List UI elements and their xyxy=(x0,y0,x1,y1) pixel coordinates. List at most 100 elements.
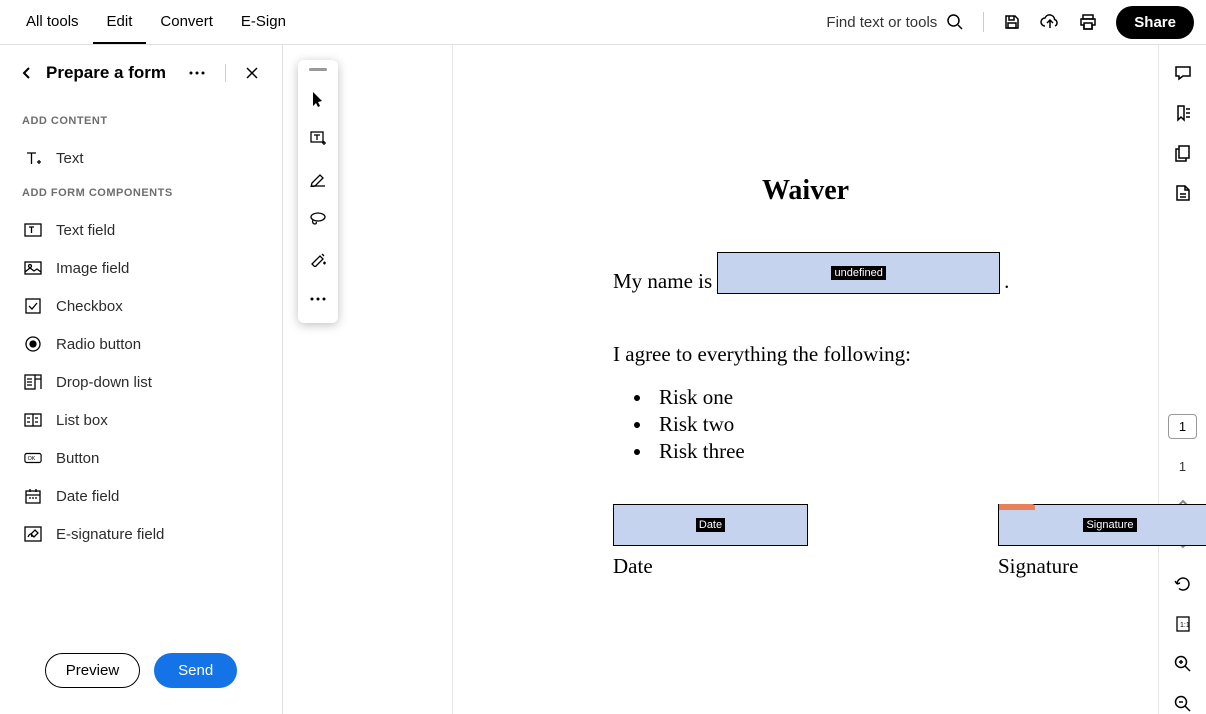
signature-field-label: Signature xyxy=(1083,518,1136,532)
search-area[interactable]: Find text or tools xyxy=(826,12,965,32)
tool-date-field[interactable]: Date field xyxy=(20,477,262,515)
tool-esignature-field[interactable]: E-signature field xyxy=(20,515,262,553)
signature-caption: Signature xyxy=(998,554,1206,579)
tool-text-field[interactable]: Text field xyxy=(20,211,262,249)
tool-radio-button[interactable]: Radio button xyxy=(20,325,262,363)
tool-image-field[interactable]: Image field xyxy=(20,249,262,287)
send-button[interactable]: Send xyxy=(154,653,237,688)
list-item: Risk two xyxy=(653,412,1158,437)
text-add-icon xyxy=(24,149,42,167)
right-sidebar: 1 1 1:1 xyxy=(1158,45,1206,714)
search-icon xyxy=(945,12,965,32)
tool-dropdown[interactable]: Drop-down list xyxy=(20,363,262,401)
tool-label: Radio button xyxy=(56,336,141,353)
zoom-in-icon[interactable] xyxy=(1173,654,1193,674)
tool-list-box[interactable]: List box xyxy=(20,401,262,439)
left-panel: Prepare a form ADD CONTENT Text ADD FORM… xyxy=(0,45,283,714)
tool-checkbox[interactable]: Checkbox xyxy=(20,287,262,325)
preview-button[interactable]: Preview xyxy=(45,653,140,688)
divider xyxy=(983,12,984,32)
date-field-icon xyxy=(24,487,42,505)
svg-text:1:1: 1:1 xyxy=(1180,622,1190,629)
section-add-content: ADD CONTENT xyxy=(22,115,262,127)
tool-label: Text xyxy=(56,150,84,167)
search-label: Find text or tools xyxy=(826,14,937,31)
name-suffix: . xyxy=(1004,269,1009,294)
cloud-upload-icon[interactable] xyxy=(1040,12,1060,32)
document-page[interactable]: Waiver My name is undefined . I agree to… xyxy=(453,45,1158,714)
total-pages: 1 xyxy=(1179,459,1186,474)
risk-list: Risk one Risk two Risk three xyxy=(653,385,1158,464)
tool-label: Date field xyxy=(56,488,119,505)
tab-edit[interactable]: Edit xyxy=(93,1,147,44)
file-icon[interactable] xyxy=(1173,183,1193,203)
tab-all-tools[interactable]: All tools xyxy=(12,1,93,44)
panel-title: Prepare a form xyxy=(46,63,173,83)
current-page-input[interactable]: 1 xyxy=(1168,414,1197,439)
print-icon[interactable] xyxy=(1078,12,1098,32)
signature-icon xyxy=(24,525,42,543)
tool-label: List box xyxy=(56,412,108,429)
tool-button[interactable]: OK Button xyxy=(20,439,262,477)
image-field-icon xyxy=(24,259,42,277)
checkbox-icon xyxy=(24,297,42,315)
document-area: Waiver My name is undefined . I agree to… xyxy=(283,45,1158,714)
date-field-label: Date xyxy=(696,518,725,532)
select-tool-icon[interactable] xyxy=(298,79,338,119)
bookmark-icon[interactable] xyxy=(1173,103,1193,123)
date-field[interactable]: Date xyxy=(613,504,808,546)
section-form-components: ADD FORM COMPONENTS xyxy=(22,187,262,199)
save-icon[interactable] xyxy=(1002,12,1022,32)
share-button[interactable]: Share xyxy=(1116,6,1194,39)
floating-toolbar[interactable] xyxy=(298,60,338,323)
name-line: My name is undefined . xyxy=(613,252,1158,294)
date-block: Date Date xyxy=(613,504,808,579)
tab-esign[interactable]: E-Sign xyxy=(227,1,300,44)
more-icon[interactable] xyxy=(185,67,209,79)
back-icon[interactable] xyxy=(20,66,34,80)
tab-convert[interactable]: Convert xyxy=(146,1,227,44)
highlight-tool-icon[interactable] xyxy=(298,159,338,199)
tool-text[interactable]: Text xyxy=(20,139,262,177)
list-box-icon xyxy=(24,411,42,429)
radio-icon xyxy=(24,335,42,353)
signature-row: Date Date Signature Signature xyxy=(613,504,1158,579)
top-tabs: All tools Edit Convert E-Sign xyxy=(12,1,300,44)
tool-label: Image field xyxy=(56,260,129,277)
lasso-tool-icon[interactable] xyxy=(298,199,338,239)
list-item: Risk one xyxy=(653,385,1158,410)
close-icon[interactable] xyxy=(242,63,262,83)
list-item: Risk three xyxy=(653,439,1158,464)
name-field[interactable]: undefined xyxy=(717,252,1000,294)
tool-label: Text field xyxy=(56,222,115,239)
tool-label: Button xyxy=(56,450,99,467)
more-tools-icon[interactable] xyxy=(298,279,338,319)
panel-footer: Preview Send xyxy=(20,653,262,696)
tool-label: Drop-down list xyxy=(56,374,152,391)
comment-icon[interactable] xyxy=(1173,63,1193,83)
draw-tool-icon[interactable] xyxy=(298,239,338,279)
top-toolbar: All tools Edit Convert E-Sign Find text … xyxy=(0,0,1206,45)
text-field-icon xyxy=(24,221,42,239)
add-text-tool-icon[interactable] xyxy=(298,119,338,159)
svg-text:OK: OK xyxy=(28,456,36,462)
divider xyxy=(225,64,226,82)
date-caption: Date xyxy=(613,554,808,579)
tool-label: Checkbox xyxy=(56,298,123,315)
pages-icon[interactable] xyxy=(1173,143,1193,163)
fit-page-icon[interactable]: 1:1 xyxy=(1173,614,1193,634)
signature-field[interactable]: Signature xyxy=(998,504,1206,546)
sign-here-tab xyxy=(999,504,1035,510)
agreement-text: I agree to everything the following: xyxy=(613,342,1158,367)
name-field-label: undefined xyxy=(831,266,885,280)
top-right-controls: Find text or tools Share xyxy=(826,6,1194,39)
panel-header: Prepare a form xyxy=(20,63,262,83)
tool-label: E-signature field xyxy=(56,526,164,543)
name-prefix: My name is xyxy=(613,269,712,294)
document-title: Waiver xyxy=(453,175,1158,207)
signature-block: Signature Signature xyxy=(998,504,1206,579)
zoom-out-icon[interactable] xyxy=(1173,694,1193,714)
button-icon: OK xyxy=(24,449,42,467)
drag-handle-icon[interactable] xyxy=(309,68,327,71)
dropdown-icon xyxy=(24,373,42,391)
